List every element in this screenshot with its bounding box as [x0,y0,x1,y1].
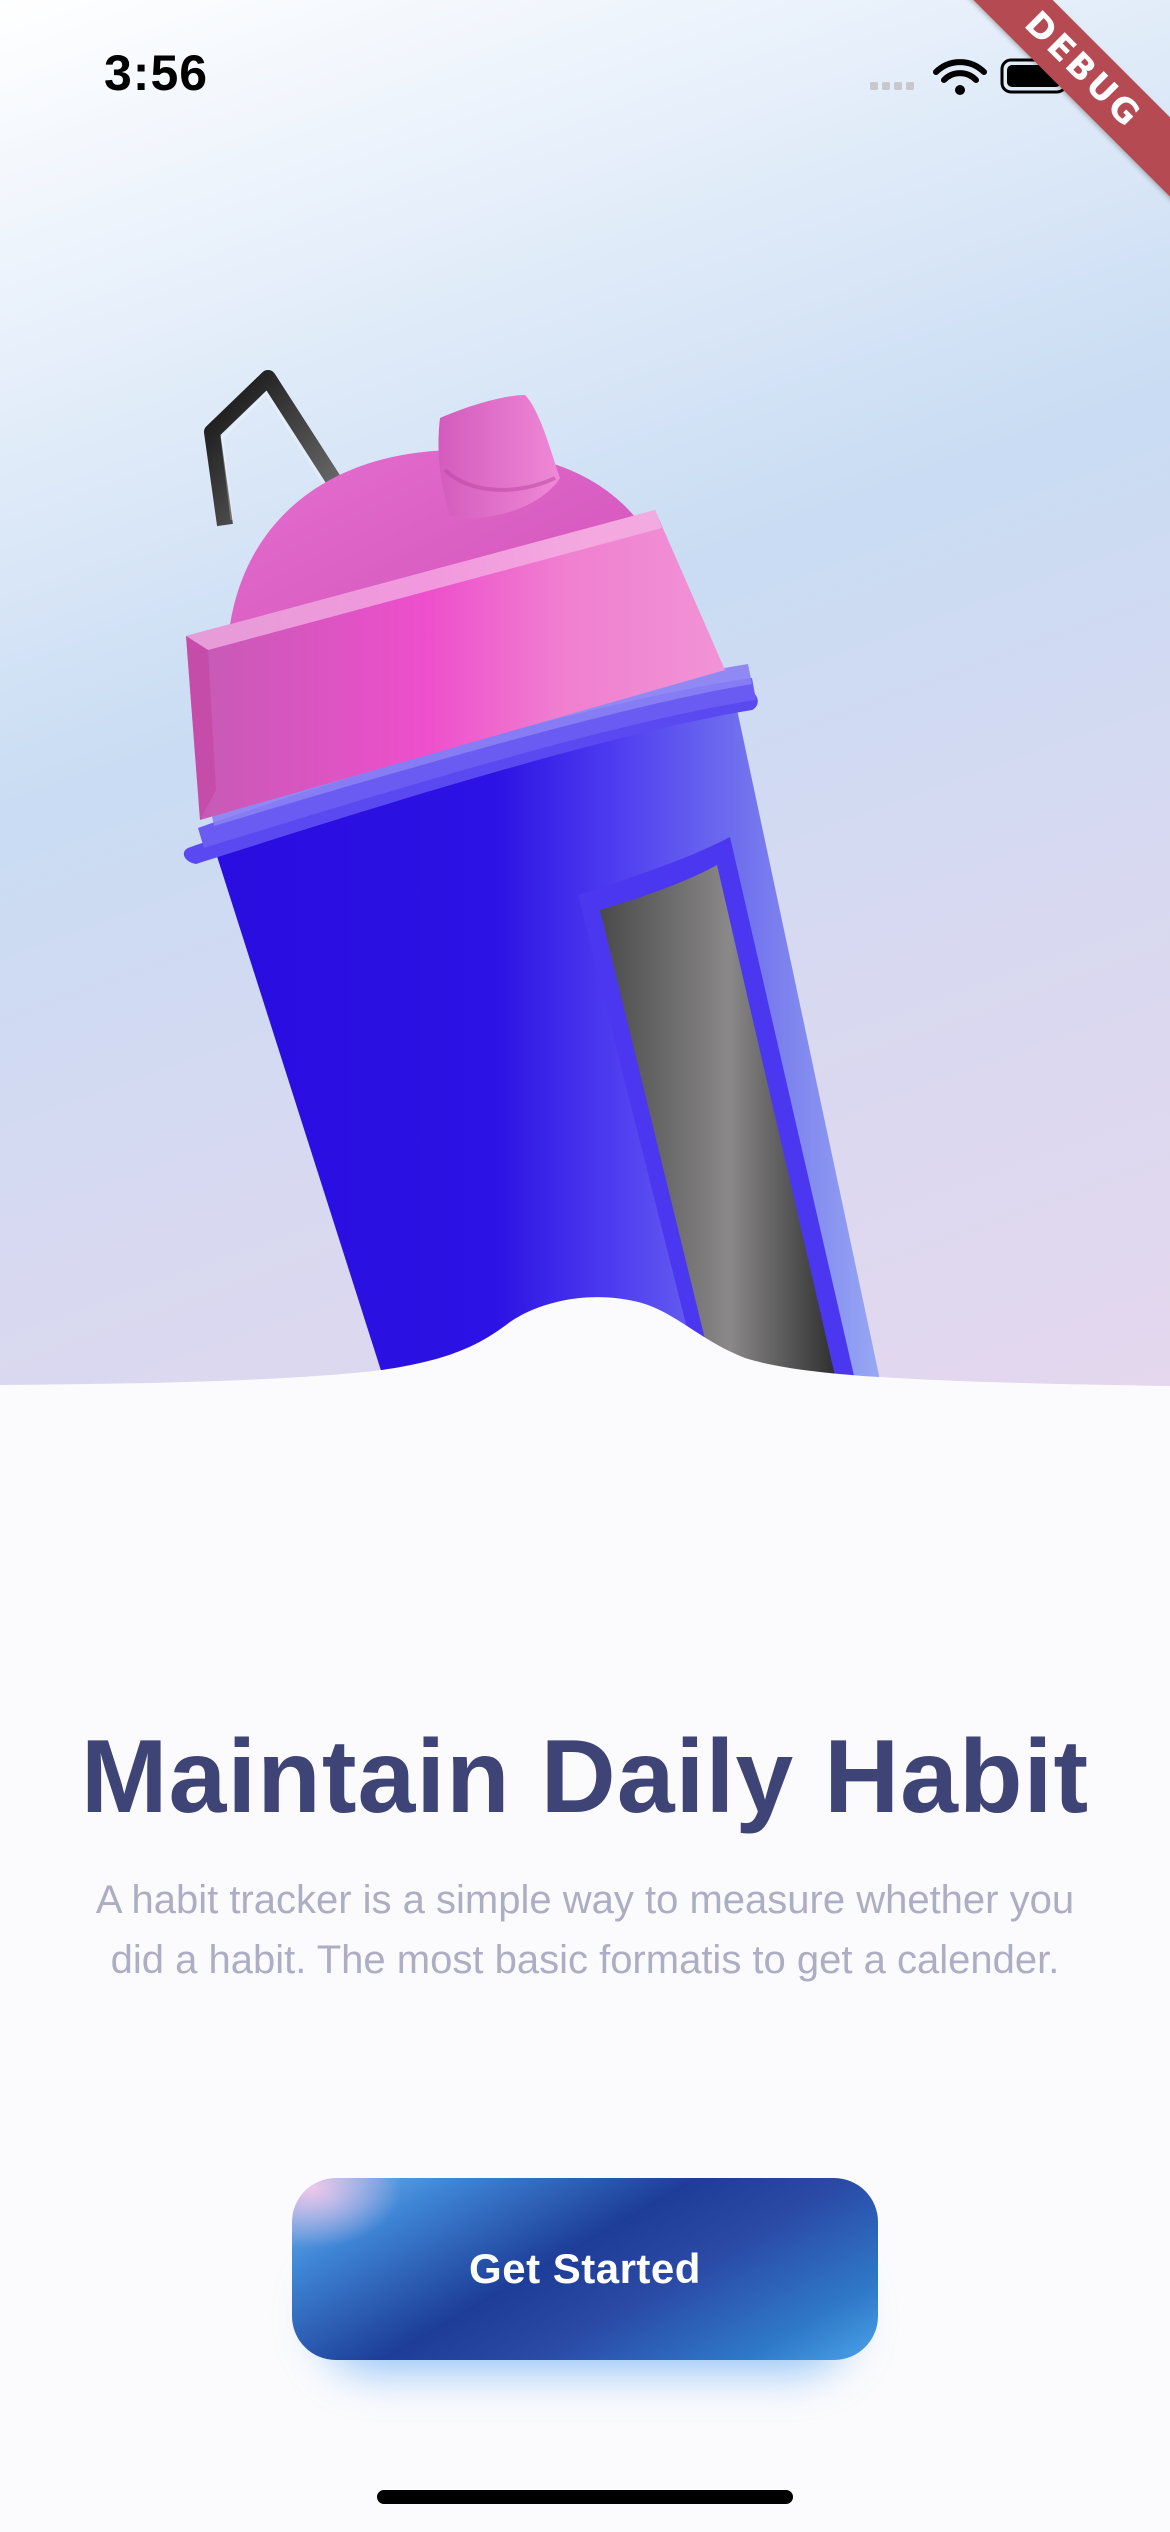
home-indicator[interactable] [377,2490,793,2504]
get-started-button[interactable]: Get Started [292,2178,878,2360]
hero-section [0,0,1170,1390]
onboarding-screen: 3:56 DEBUG Maintain Daily Habit A habit … [0,0,1170,2532]
page-description: A habit tracker is a simple way to measu… [95,1878,1075,1982]
cellular-icon [870,82,914,90]
status-time: 3:56 [104,45,209,101]
status-bar: 3:56 [0,0,1170,150]
get-started-label: Get Started [469,2245,701,2292]
wifi-icon [933,59,987,95]
page-title: Maintain Daily Habit [80,1718,1090,1835]
water-bottle-illustration [0,370,1170,1390]
